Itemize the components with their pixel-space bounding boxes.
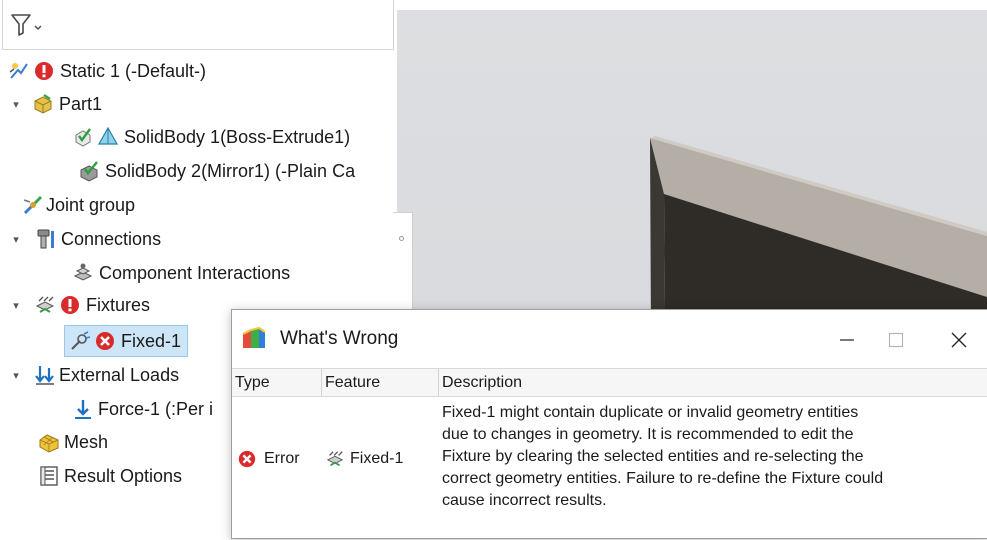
splitter-grip bbox=[399, 236, 404, 241]
window-app-icon bbox=[239, 326, 267, 352]
minimize-button[interactable] bbox=[824, 320, 870, 360]
tree-item-static-study[interactable]: Static 1 (-Default-) bbox=[8, 56, 206, 86]
result-options-icon bbox=[38, 465, 60, 487]
table-row[interactable]: Error Fixed-1 Fixed-1 might contain dupl… bbox=[232, 396, 987, 540]
whats-wrong-dialog: What's Wrong Type Feature Description Er… bbox=[231, 309, 987, 539]
tree-item-label: Joint group bbox=[46, 194, 136, 215]
tree-item-mesh[interactable]: Mesh bbox=[38, 427, 108, 457]
solid-body-icon bbox=[97, 126, 119, 148]
description-line: Fixture by clearing the selected entitie… bbox=[442, 448, 864, 465]
filter-icon bbox=[11, 14, 42, 36]
filter-bar bbox=[2, 0, 394, 50]
connections-icon bbox=[34, 228, 56, 250]
tree-item-fixtures[interactable]: ▾ Fixtures bbox=[6, 290, 150, 320]
collapse-arrow-icon[interactable]: ▾ bbox=[6, 369, 26, 382]
dialog-titlebar[interactable]: What's Wrong bbox=[232, 310, 987, 368]
tree-item-label: Fixtures bbox=[86, 294, 151, 315]
tree-item-label: Result Options bbox=[64, 465, 183, 486]
error-icon bbox=[33, 60, 55, 82]
minimize-icon bbox=[840, 339, 854, 341]
tree-item-label: Force-1 (:Per i bbox=[98, 398, 214, 419]
dialog-title: What's Wrong bbox=[280, 328, 399, 349]
tree-item-solid-body-1[interactable]: SolidBody 1(Boss-Extrude1) bbox=[72, 122, 350, 152]
close-icon bbox=[951, 332, 967, 348]
cell-type-text: Error bbox=[264, 450, 300, 467]
description-line: due to changes in geometry. It is recomm… bbox=[442, 426, 854, 443]
column-header-description[interactable]: Description bbox=[439, 369, 987, 396]
cell-description: Fixed-1 might contain duplicate or inval… bbox=[442, 402, 987, 512]
cell-type: Error bbox=[236, 448, 300, 470]
tree-item-label: Part1 bbox=[59, 93, 103, 114]
tree-item-label: Connections bbox=[61, 228, 162, 249]
mesh-icon bbox=[38, 431, 60, 453]
grid-header: Type Feature Description bbox=[232, 368, 987, 397]
maximize-icon bbox=[888, 332, 904, 348]
collapse-arrow-icon[interactable]: ▾ bbox=[6, 299, 26, 312]
error-icon bbox=[59, 294, 81, 316]
description-line: cause incorrect results. bbox=[442, 492, 607, 509]
tree-item-label: Fixed-1 bbox=[121, 330, 182, 351]
collapse-arrow-icon[interactable]: ▾ bbox=[6, 98, 26, 111]
joint-group-icon bbox=[22, 194, 44, 216]
part-icon bbox=[32, 93, 54, 115]
tree-item-label: Static 1 (-Default-) bbox=[60, 60, 207, 81]
tree-item-fixed-1[interactable]: Fixed-1 bbox=[64, 325, 189, 357]
filter-button[interactable] bbox=[9, 12, 43, 38]
cell-feature: Fixed-1 bbox=[324, 448, 403, 470]
tree-item-external-loads[interactable]: ▾ External Loads bbox=[6, 360, 179, 390]
column-header-feature[interactable]: Feature bbox=[322, 369, 439, 396]
tree-item-solid-body-2[interactable]: SolidBody 2(Mirror1) (-Plain Ca bbox=[78, 156, 355, 186]
tree-item-component-interactions[interactable]: Component Interactions bbox=[72, 258, 290, 288]
tree-item-label: SolidBody 2(Mirror1) (-Plain Ca bbox=[105, 160, 356, 181]
tree-item-label: Component Interactions bbox=[99, 262, 291, 283]
maximize-button[interactable] bbox=[873, 320, 919, 360]
external-loads-icon bbox=[34, 364, 56, 386]
tree-item-joint-group[interactable]: Joint group bbox=[22, 190, 135, 220]
tree-item-result-options[interactable]: Result Options bbox=[38, 461, 182, 491]
cell-feature-text: Fixed-1 bbox=[350, 450, 404, 467]
tree-item-part1[interactable]: ▾ Part1 bbox=[6, 89, 102, 119]
close-button[interactable] bbox=[936, 320, 982, 360]
material-check-icon bbox=[72, 126, 94, 148]
tree-item-label: SolidBody 1(Boss-Extrude1) bbox=[124, 126, 351, 147]
fixtures-icon bbox=[324, 448, 346, 470]
tree-item-label: Mesh bbox=[64, 431, 109, 452]
force-icon bbox=[72, 398, 94, 420]
solid-body-icon bbox=[78, 160, 100, 182]
description-line: Fixed-1 might contain duplicate or inval… bbox=[442, 404, 859, 421]
column-header-type[interactable]: Type bbox=[232, 369, 322, 396]
tree-item-force-1[interactable]: Force-1 (:Per i bbox=[72, 394, 213, 424]
error-icon bbox=[236, 448, 258, 470]
tree-item-connections[interactable]: ▾ Connections bbox=[6, 224, 161, 254]
tree-item-label: External Loads bbox=[59, 364, 180, 385]
collapse-arrow-icon[interactable]: ▾ bbox=[6, 233, 26, 246]
study-icon bbox=[8, 60, 30, 82]
component-interactions-icon bbox=[72, 262, 94, 284]
error-icon bbox=[94, 330, 116, 352]
fixed-icon bbox=[69, 330, 91, 352]
description-line: correct geometry entities. Failure to re… bbox=[442, 470, 884, 487]
fixtures-icon bbox=[34, 294, 56, 316]
